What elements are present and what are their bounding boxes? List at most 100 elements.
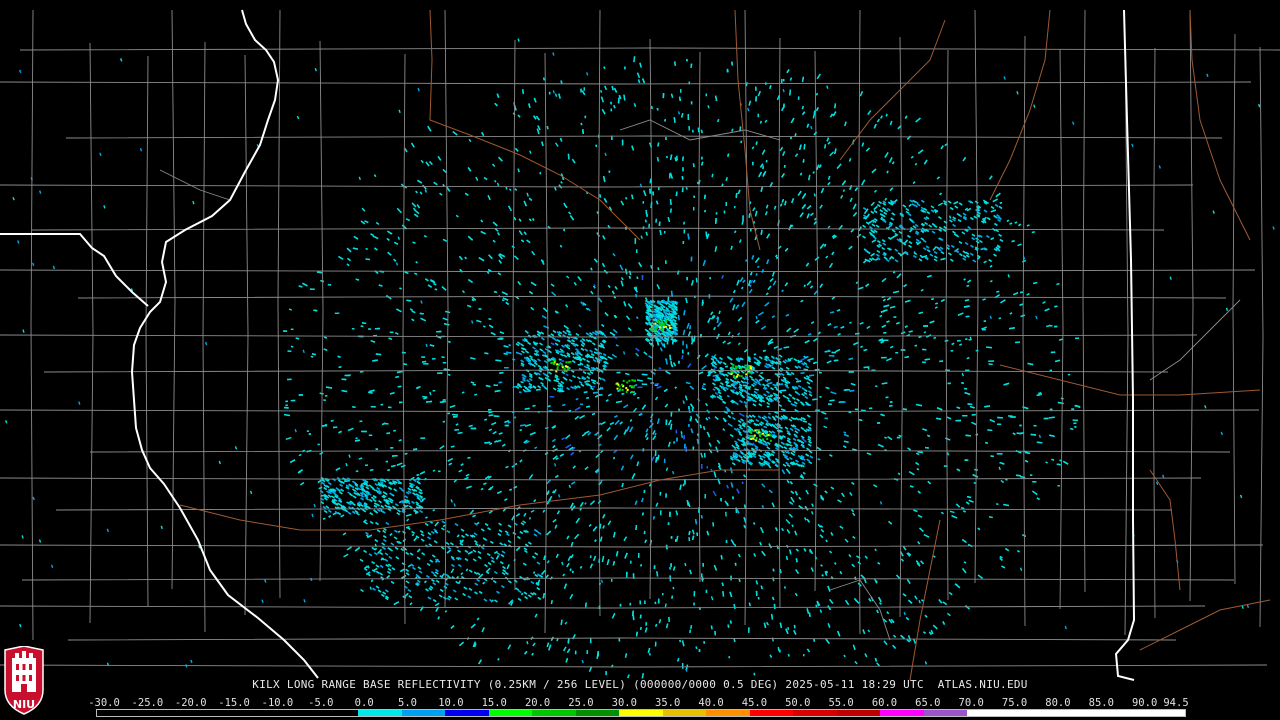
echo-pixel	[735, 192, 738, 199]
echo-pixel	[695, 277, 698, 283]
echo-pixel	[892, 161, 895, 165]
echo-pixel	[629, 270, 632, 276]
echo-pixel	[625, 197, 628, 200]
echo-pixel	[791, 524, 794, 528]
echo-pixel	[1036, 441, 1043, 444]
echo-pixel	[586, 396, 590, 400]
echo-pixel	[916, 452, 920, 456]
echo-pixel	[416, 386, 420, 390]
echo-pixel	[672, 586, 675, 590]
echo-pixel	[628, 275, 631, 279]
echo-pixel	[533, 571, 536, 574]
echo-pixel	[727, 624, 730, 628]
echo-pixel	[599, 194, 602, 198]
echo-pixel	[380, 403, 384, 406]
echo-pixel	[881, 382, 888, 385]
echo-pixel	[843, 654, 846, 658]
echo-pixel	[298, 285, 303, 288]
echo-pixel	[650, 105, 653, 110]
echo-pixel	[934, 306, 938, 309]
echo-pixel	[748, 213, 751, 218]
echo-pixel	[833, 359, 839, 362]
echo-pixel	[354, 439, 361, 442]
echo-pixel	[716, 317, 720, 324]
echo-pixel	[313, 309, 318, 312]
echo-pixel	[760, 585, 763, 590]
echo-pixel	[691, 408, 694, 412]
echo-pixel	[623, 94, 626, 101]
echo-pixel	[457, 431, 463, 434]
echo-pixel	[996, 290, 1000, 293]
echo-pixel	[1070, 427, 1074, 431]
echo-pixel	[674, 61, 676, 66]
echo-pixel	[575, 397, 579, 401]
echo-pixel	[688, 537, 691, 542]
echo-pixel	[681, 355, 684, 359]
echo-pixel	[325, 386, 333, 389]
echo-pixel	[726, 394, 730, 398]
echo-pixel	[789, 89, 792, 96]
echo-pixel	[880, 310, 884, 313]
echo-pixel	[338, 366, 342, 368]
echo-pixel	[501, 299, 505, 302]
echo-pixel	[759, 120, 762, 124]
echo-pixel	[801, 76, 805, 83]
echo-pixel	[973, 481, 977, 485]
echo-pixel	[677, 315, 680, 321]
echo-pixel	[733, 638, 736, 643]
echo-pixel	[534, 446, 538, 450]
echo-pixel	[770, 394, 774, 397]
echo-pixel	[432, 509, 436, 512]
echo-pixel	[799, 172, 803, 176]
echo-pixel	[664, 603, 667, 608]
echo-pixel	[472, 383, 476, 386]
echo-pixel	[560, 80, 563, 84]
echo-pixel	[673, 441, 676, 444]
echo-pixel	[663, 343, 666, 348]
echo-pixel	[387, 469, 390, 471]
echo-pixel	[650, 265, 653, 269]
echo-pixel	[330, 419, 334, 422]
echo-pixel	[771, 613, 774, 620]
echo-pixel	[1014, 221, 1018, 224]
echo-pixel	[447, 373, 451, 376]
echo-pixel	[996, 503, 999, 505]
echo-pixel	[1026, 224, 1030, 227]
echo-pixel	[689, 629, 692, 634]
echo-pixel	[514, 463, 518, 466]
echo-pixel	[669, 199, 672, 205]
echo-pixel	[578, 450, 582, 453]
echo-pixel	[680, 431, 683, 434]
echo-pixel	[311, 353, 316, 356]
echo-pixel	[701, 161, 704, 166]
echo-pixel	[397, 385, 402, 388]
echo-pixel	[321, 424, 328, 427]
echo-pixel	[814, 217, 817, 221]
echo-pixel	[681, 176, 684, 180]
echo-pixel	[659, 229, 662, 235]
echo-pixel	[599, 523, 602, 529]
echo-pixel	[484, 352, 489, 355]
echo-pixel	[755, 141, 758, 145]
echo-pixel	[1005, 478, 1008, 481]
echo-pixel	[875, 580, 878, 583]
echo-pixel	[917, 451, 923, 454]
echo-pixel	[700, 129, 703, 134]
echo-pixel	[803, 143, 806, 150]
echo-pixel	[482, 544, 485, 547]
echo-pixel	[327, 283, 332, 286]
echo-pixel	[673, 117, 676, 123]
echo-pixel	[692, 163, 695, 168]
echo-pixel	[829, 399, 835, 402]
echo-pixel	[519, 429, 522, 432]
echo-pixel	[365, 258, 371, 261]
echo-pixel	[508, 344, 511, 347]
echo-pixel	[840, 401, 846, 403]
echo-pixel	[393, 429, 396, 432]
echo-pixel	[769, 85, 772, 89]
echo-pixel	[685, 381, 691, 385]
echo-pixel	[639, 626, 642, 631]
echo-pixel	[1048, 416, 1055, 419]
echo-pixel	[982, 298, 986, 301]
echo-pixel	[886, 170, 889, 174]
